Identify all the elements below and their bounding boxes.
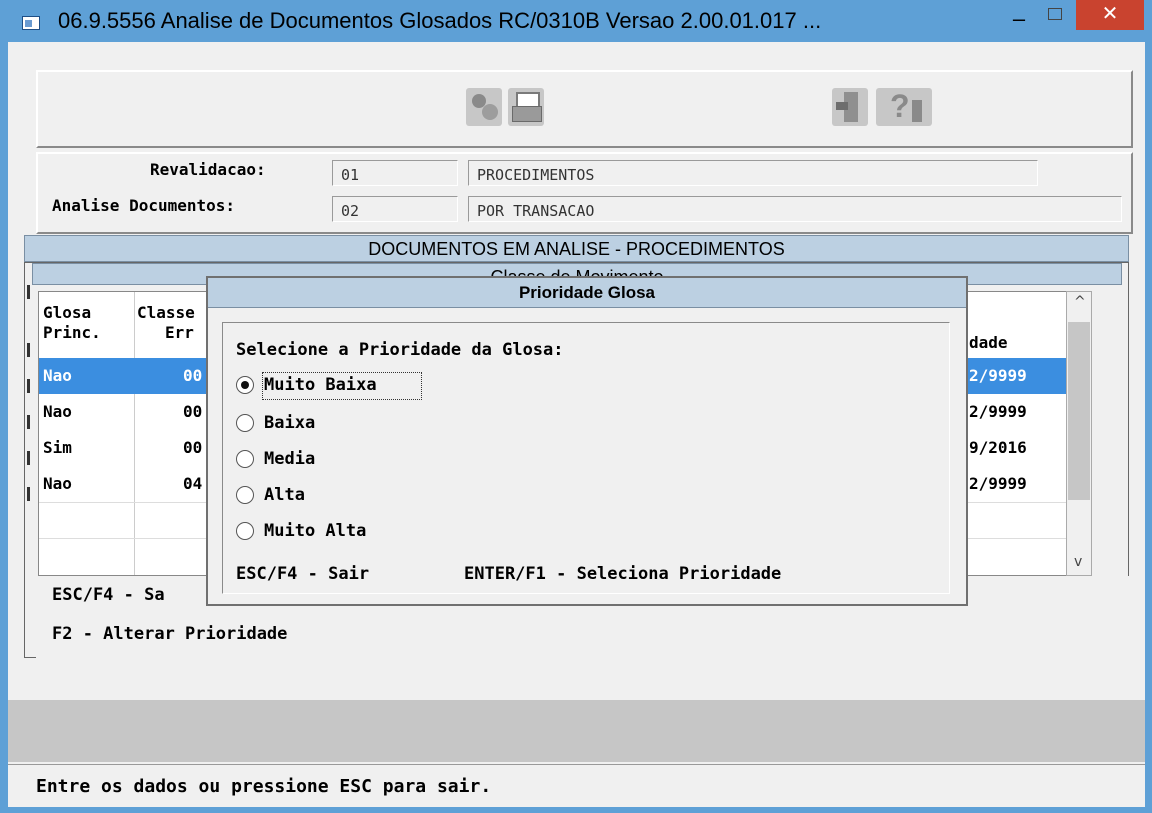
maximize-button[interactable] xyxy=(1040,6,1070,32)
col-header-err[interactable]: Err xyxy=(165,322,194,343)
option-label-media[interactable]: Media xyxy=(264,449,315,469)
dialog-footer-enter: ENTER/F1 - Seleciona Prioridade xyxy=(464,564,782,584)
window-title: 06.9.5556 Analise de Documentos Glosados… xyxy=(58,8,822,33)
toolbar xyxy=(36,70,1133,148)
dialog-group xyxy=(222,322,950,594)
status-text: Entre os dados ou pressione ESC para sai… xyxy=(36,776,492,797)
radio-muito-baixa[interactable] xyxy=(236,376,254,394)
col-header-glosa[interactable]: Glosa xyxy=(43,302,91,323)
classe-cell: 00 xyxy=(183,402,203,421)
option-label-baixa[interactable]: Baixa xyxy=(264,413,315,433)
tools-icon[interactable] xyxy=(466,88,502,126)
col-header-princ[interactable]: Princ. xyxy=(43,322,101,343)
help-esc: ESC/F4 - Sa xyxy=(52,585,165,605)
revalidacao-label: Revalidacao: xyxy=(150,160,266,179)
glosa-cell: Sim xyxy=(43,438,72,457)
close-button[interactable]: ✕ xyxy=(1076,0,1144,30)
help-f2: F2 - Alterar Prioridade xyxy=(52,624,288,644)
radio-muito-alta[interactable] xyxy=(236,522,254,540)
dialog-footer-esc: ESC/F4 - Sair xyxy=(236,564,370,584)
analise-code-field[interactable]: 02 xyxy=(332,196,458,222)
validade-cell: 2/9999 xyxy=(969,474,1027,493)
print-icon[interactable] xyxy=(508,88,544,126)
app-icon[interactable] xyxy=(22,16,40,30)
scroll-up-icon[interactable]: ^ xyxy=(1074,294,1086,310)
radio-media[interactable] xyxy=(236,450,254,468)
radio-baixa[interactable] xyxy=(236,414,254,432)
scroll-thumb[interactable] xyxy=(1068,322,1090,500)
glosa-cell: Nao xyxy=(43,402,72,421)
col-header-classe[interactable]: Classe xyxy=(137,302,195,323)
revalidacao-code-field[interactable]: 01 xyxy=(332,160,458,186)
validade-cell: 2/9999 xyxy=(969,366,1027,385)
analise-documentos-label: Analise Documentos: xyxy=(52,196,236,215)
glosa-cell: Nao xyxy=(43,474,72,493)
exit-icon[interactable] xyxy=(832,88,868,126)
validade-cell: 2/9999 xyxy=(969,402,1027,421)
col-header-validade[interactable]: dade xyxy=(969,332,1008,353)
dialog-title: Prioridade Glosa xyxy=(208,278,966,308)
option-label-alta[interactable]: Alta xyxy=(264,485,305,505)
left-edge-marks xyxy=(24,285,32,585)
radio-alta[interactable] xyxy=(236,486,254,504)
help-icon[interactable]: ? xyxy=(876,88,932,126)
classe-cell: 00 xyxy=(183,438,203,457)
classe-cell: 04 xyxy=(183,474,203,493)
glosa-cell: Nao xyxy=(43,366,72,385)
revalidacao-desc-field: PROCEDIMENTOS xyxy=(468,160,1038,186)
documents-title: DOCUMENTOS EM ANALISE - PROCEDIMENTOS xyxy=(24,235,1129,262)
option-label-muito-baixa[interactable]: Muito Baixa xyxy=(264,375,377,395)
validade-cell: 9/2016 xyxy=(969,438,1027,457)
scroll-down-icon[interactable]: v xyxy=(1074,554,1082,570)
classe-cell: 00 xyxy=(183,366,203,385)
analise-desc-field: POR TRANSACAO xyxy=(468,196,1122,222)
minimize-button[interactable]: – xyxy=(1002,8,1036,34)
dialog-prompt: Selecione a Prioridade da Glosa: xyxy=(236,340,564,360)
spacer-bar xyxy=(8,700,1145,762)
option-label-muito-alta[interactable]: Muito Alta xyxy=(264,521,366,541)
